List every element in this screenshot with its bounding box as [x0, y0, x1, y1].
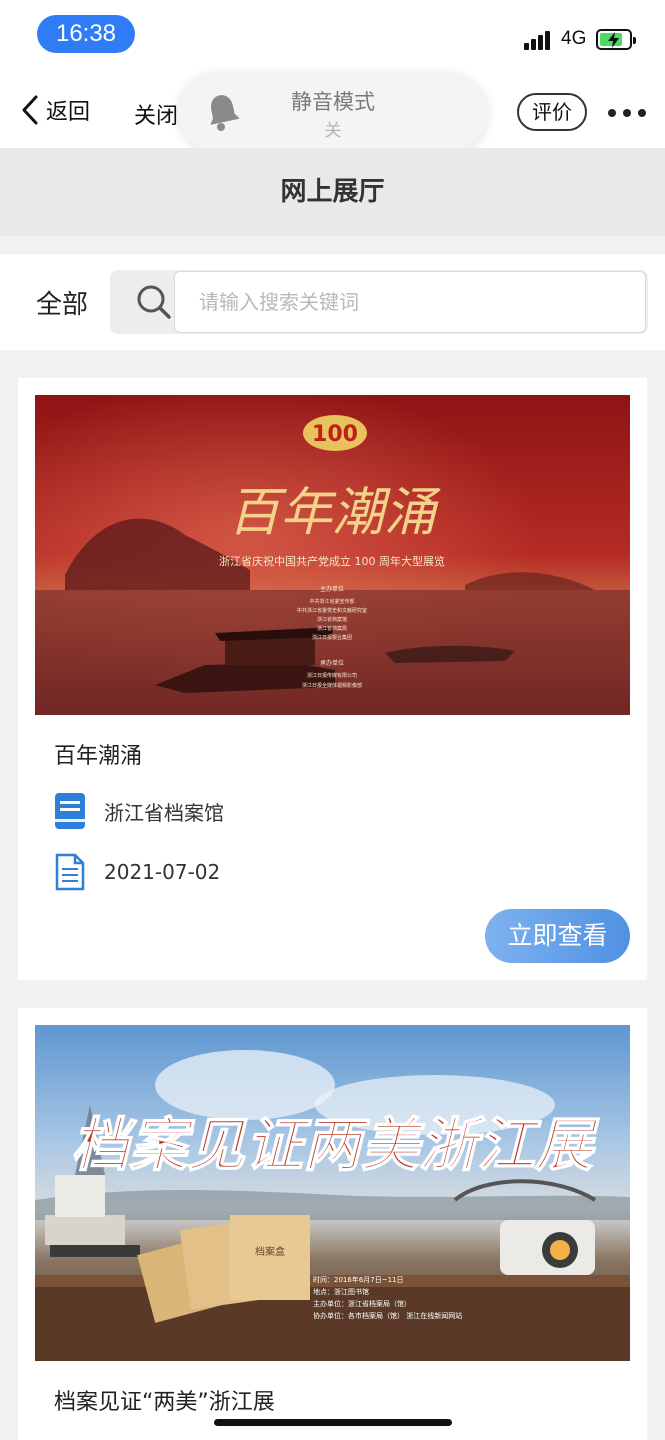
search-input[interactable]: [174, 271, 646, 333]
exhibition-date: 2021-07-02: [104, 860, 221, 884]
network-type: 4G: [561, 28, 587, 49]
search-area: 全部: [0, 254, 665, 350]
silent-mode-title: 静音模式: [291, 90, 375, 114]
banner-co-host-1: 浙江日报传媒有限公司: [307, 672, 357, 679]
silent-mode-status: 关: [324, 121, 342, 141]
back-label: 返回: [46, 100, 91, 125]
banner-info-1: 时间：2016年6月7日~11日: [313, 1275, 404, 1284]
exhibition-title: 档案见证“两美”浙江展: [54, 1390, 275, 1415]
signal-icon: [524, 30, 554, 50]
view-now-button[interactable]: 立即查看: [485, 909, 630, 963]
banner-headline: 百年潮涌: [228, 483, 441, 543]
banner-headline: 档案见证两美浙江展: [71, 1111, 600, 1179]
exhibition-title: 百年潮涌: [54, 744, 143, 769]
close-button[interactable]: 关闭: [134, 98, 178, 130]
search-box: [110, 270, 648, 334]
battery-icon: [596, 29, 636, 50]
status-time: 16:38: [37, 15, 135, 53]
nav-bar: 返回 关闭 静音模式 关 评价: [0, 70, 665, 152]
banner-host-3: 浙江省档案馆: [317, 616, 347, 623]
page-title: 网上展厅: [0, 148, 665, 236]
search-icon[interactable]: [136, 284, 172, 320]
banner-co-label: 承办单位: [320, 659, 344, 667]
banner-info-4: 协办单位：各市档案局（馆） 浙江在线新闻网站: [313, 1311, 462, 1320]
banner-host-1: 中共浙江省委宣传部: [309, 598, 354, 605]
banner-image: 100 百年潮涌 浙江省庆祝中国共产党成立 100 周年大型展览 主办单位 中共…: [35, 395, 630, 715]
book-icon: [55, 793, 85, 829]
exhibition-card[interactable]: 100 百年潮涌 浙江省庆祝中国共产党成立 100 周年大型展览 主办单位 中共…: [18, 378, 647, 980]
exhibition-banner[interactable]: 100 百年潮涌 浙江省庆祝中国共产党成立 100 周年大型展览 主办单位 中共…: [35, 395, 630, 715]
status-bar: 16:38 4G: [0, 0, 665, 70]
banner-image: 档案盒 档案见证两美浙江展 时间：2016年6月7日~11日 地点：浙江图书馆 …: [35, 1025, 630, 1361]
folder-label: 档案盒: [255, 1245, 285, 1258]
exhibition-card[interactable]: 档案盒 档案见证两美浙江展 时间：2016年6月7日~11日 地点：浙江图书馆 …: [18, 1008, 647, 1440]
rate-button[interactable]: 评价: [517, 93, 587, 131]
more-icon[interactable]: [605, 97, 649, 127]
banner-host-5: 浙江日报报业集团: [312, 634, 352, 641]
banner-host-2: 中共浙江省委党史和文献研究室: [297, 607, 367, 614]
banner-info-3: 主办单位：浙江省档案局（馆）: [313, 1299, 411, 1308]
category-filter[interactable]: 全部: [36, 284, 88, 321]
document-icon: [55, 853, 85, 891]
chevron-left-icon: [22, 95, 38, 125]
date-row: 2021-07-02: [54, 853, 220, 891]
banner-info-2: 地点：浙江图书馆: [313, 1287, 369, 1296]
banner-co-host-2: 浙江日报全媒体视频影像部: [302, 682, 362, 689]
banner-host-4: 浙江省档案局: [317, 625, 347, 632]
home-indicator[interactable]: [214, 1419, 452, 1426]
banner-subtitle: 浙江省庆祝中国共产党成立 100 周年大型展览: [219, 554, 445, 568]
banner-logo-text: 100: [312, 422, 358, 447]
organizer-name: 浙江省档案馆: [104, 800, 224, 825]
back-button[interactable]: 返回: [20, 92, 90, 128]
banner-host-label: 主办单位: [320, 585, 344, 593]
organizer-row: 浙江省档案馆: [54, 792, 224, 830]
exhibition-banner[interactable]: 档案盒 档案见证两美浙江展 时间：2016年6月7日~11日 地点：浙江图书馆 …: [35, 1025, 630, 1361]
silent-mode-toast: 静音模式 关: [178, 72, 488, 152]
